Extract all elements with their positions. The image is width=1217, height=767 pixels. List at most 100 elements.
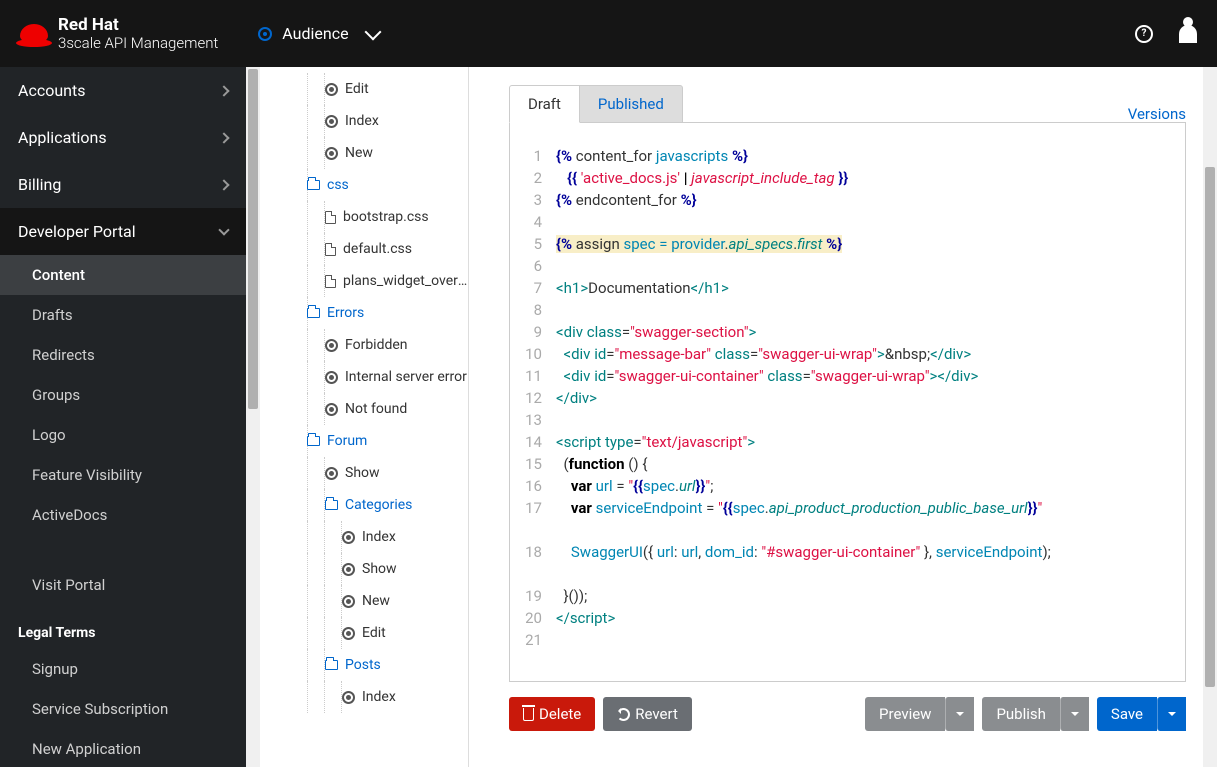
tree-item[interactable]: Not found bbox=[260, 393, 468, 425]
editor-tabs: DraftPublished bbox=[509, 85, 683, 123]
chevron-icon bbox=[218, 179, 229, 190]
caret-down-icon bbox=[1071, 712, 1079, 720]
sidebar-item-accounts[interactable]: Accounts bbox=[0, 67, 246, 114]
logo: Red Hat 3scale API Management bbox=[20, 16, 218, 51]
sidebar-sub-activedocs[interactable]: ActiveDocs bbox=[0, 495, 246, 535]
trash-icon bbox=[523, 708, 534, 721]
sidebar-sub-new-application[interactable]: New Application bbox=[0, 729, 246, 767]
tree-item[interactable]: Forbidden bbox=[260, 329, 468, 361]
folder-open-icon bbox=[325, 660, 338, 670]
file-icon bbox=[325, 211, 336, 224]
visit-portal-link[interactable]: Visit Portal bbox=[0, 565, 246, 605]
tree-item[interactable]: Errors bbox=[260, 297, 468, 329]
gear-icon bbox=[325, 83, 338, 96]
gear-icon bbox=[325, 371, 338, 384]
help-icon[interactable]: ? bbox=[1135, 25, 1153, 43]
tree-label: plans_widget_overri... bbox=[343, 273, 468, 289]
tree-item[interactable]: Index bbox=[260, 681, 468, 713]
tree-item[interactable]: Posts bbox=[260, 649, 468, 681]
brand-bottom: 3scale API Management bbox=[58, 35, 218, 52]
revert-icon bbox=[617, 708, 630, 721]
preview-group: Preview bbox=[865, 697, 974, 731]
file-tree: EditIndexNewcssbootstrap.cssdefault.cssp… bbox=[260, 67, 469, 767]
caret-down-icon bbox=[1168, 712, 1176, 720]
tab-published[interactable]: Published bbox=[580, 85, 683, 123]
tree-item[interactable]: Show bbox=[260, 553, 468, 585]
tree-item[interactable]: Internal server error bbox=[260, 361, 468, 393]
sidebar-scrollbar[interactable] bbox=[246, 67, 260, 767]
brand-top: Red Hat bbox=[58, 16, 218, 35]
context-selector[interactable]: Audience bbox=[258, 24, 378, 43]
sidebar-sub-service-subscription[interactable]: Service Subscription bbox=[0, 689, 246, 729]
gear-icon bbox=[342, 531, 355, 544]
tree-label: Errors bbox=[327, 305, 364, 321]
main-scrollbar[interactable] bbox=[1203, 67, 1217, 767]
tree-label: Edit bbox=[345, 81, 369, 97]
gear-icon bbox=[325, 147, 338, 160]
save-button[interactable]: Save bbox=[1097, 697, 1157, 731]
sidebar-item-developer-portal[interactable]: Developer Portal bbox=[0, 208, 246, 255]
file-icon bbox=[325, 243, 336, 256]
tree-item[interactable]: New bbox=[260, 137, 468, 169]
gear-icon bbox=[342, 627, 355, 640]
tree-item[interactable]: bootstrap.css bbox=[260, 201, 468, 233]
preview-dropdown[interactable] bbox=[945, 697, 974, 731]
sidebar-sub-signup[interactable]: Signup bbox=[0, 649, 246, 689]
tree-item[interactable]: Categories bbox=[260, 489, 468, 521]
publish-group: Publish bbox=[982, 697, 1088, 731]
tree-item[interactable]: New bbox=[260, 585, 468, 617]
tree-item[interactable]: Show bbox=[260, 457, 468, 489]
user-icon[interactable] bbox=[1179, 25, 1197, 43]
sidebar: AccountsApplicationsBillingDeveloper Por… bbox=[0, 67, 246, 767]
tree-label: Forum bbox=[327, 433, 367, 449]
tree-label: New bbox=[362, 593, 390, 609]
publish-dropdown[interactable] bbox=[1060, 697, 1089, 731]
sidebar-sub-logo[interactable]: Logo bbox=[0, 415, 246, 455]
gear-icon bbox=[342, 691, 355, 704]
versions-link[interactable]: Versions bbox=[1128, 105, 1186, 123]
tree-label: bootstrap.css bbox=[343, 209, 429, 225]
chevron-icon bbox=[218, 132, 229, 143]
tree-label: Posts bbox=[345, 657, 381, 673]
tree-label: Forbidden bbox=[345, 337, 408, 353]
sidebar-item-applications[interactable]: Applications bbox=[0, 114, 246, 161]
folder-open-icon bbox=[307, 308, 320, 318]
chevron-down-icon bbox=[364, 23, 381, 40]
tree-label: Categories bbox=[345, 497, 412, 513]
sidebar-item-billing[interactable]: Billing bbox=[0, 161, 246, 208]
save-dropdown[interactable] bbox=[1157, 697, 1186, 731]
tree-item[interactable]: Forum bbox=[260, 425, 468, 457]
tree-label: Index bbox=[362, 529, 396, 545]
sidebar-sub-groups[interactable]: Groups bbox=[0, 375, 246, 415]
app-header: Red Hat 3scale API Management Audience ? bbox=[0, 0, 1217, 67]
tree-item[interactable]: default.css bbox=[260, 233, 468, 265]
tree-item[interactable]: Edit bbox=[260, 73, 468, 105]
sidebar-sub-content[interactable]: Content bbox=[0, 255, 246, 295]
code-content[interactable]: {% content_for javascripts %} {{ 'active… bbox=[548, 123, 1185, 681]
editor-panel: DraftPublished Versions 1234567891011121… bbox=[469, 67, 1206, 767]
tree-label: default.css bbox=[343, 241, 412, 257]
code-editor[interactable]: 123456789101112131415161718192021 {% con… bbox=[509, 122, 1186, 682]
tree-item[interactable]: Index bbox=[260, 521, 468, 553]
tree-label: Index bbox=[362, 689, 396, 705]
delete-button[interactable]: Delete bbox=[509, 697, 595, 731]
caret-down-icon bbox=[956, 712, 964, 720]
revert-button[interactable]: Revert bbox=[603, 697, 692, 731]
save-group: Save bbox=[1097, 697, 1186, 731]
sidebar-sub-drafts[interactable]: Drafts bbox=[0, 295, 246, 335]
tree-item[interactable]: Index bbox=[260, 105, 468, 137]
gear-icon bbox=[325, 403, 338, 416]
tree-label: Internal server error bbox=[345, 369, 467, 385]
tree-item[interactable]: css bbox=[260, 169, 468, 201]
sidebar-sub-feature-visibility[interactable]: Feature Visibility bbox=[0, 455, 246, 495]
chevron-icon bbox=[218, 85, 229, 96]
tree-label: css bbox=[327, 177, 349, 193]
folder-open-icon bbox=[307, 436, 320, 446]
sidebar-sub-redirects[interactable]: Redirects bbox=[0, 335, 246, 375]
preview-button[interactable]: Preview bbox=[865, 697, 945, 731]
tree-item[interactable]: plans_widget_overri... bbox=[260, 265, 468, 297]
publish-button[interactable]: Publish bbox=[982, 697, 1059, 731]
tree-item[interactable]: Edit bbox=[260, 617, 468, 649]
folder-open-icon bbox=[325, 500, 338, 510]
tab-draft[interactable]: Draft bbox=[509, 85, 580, 123]
